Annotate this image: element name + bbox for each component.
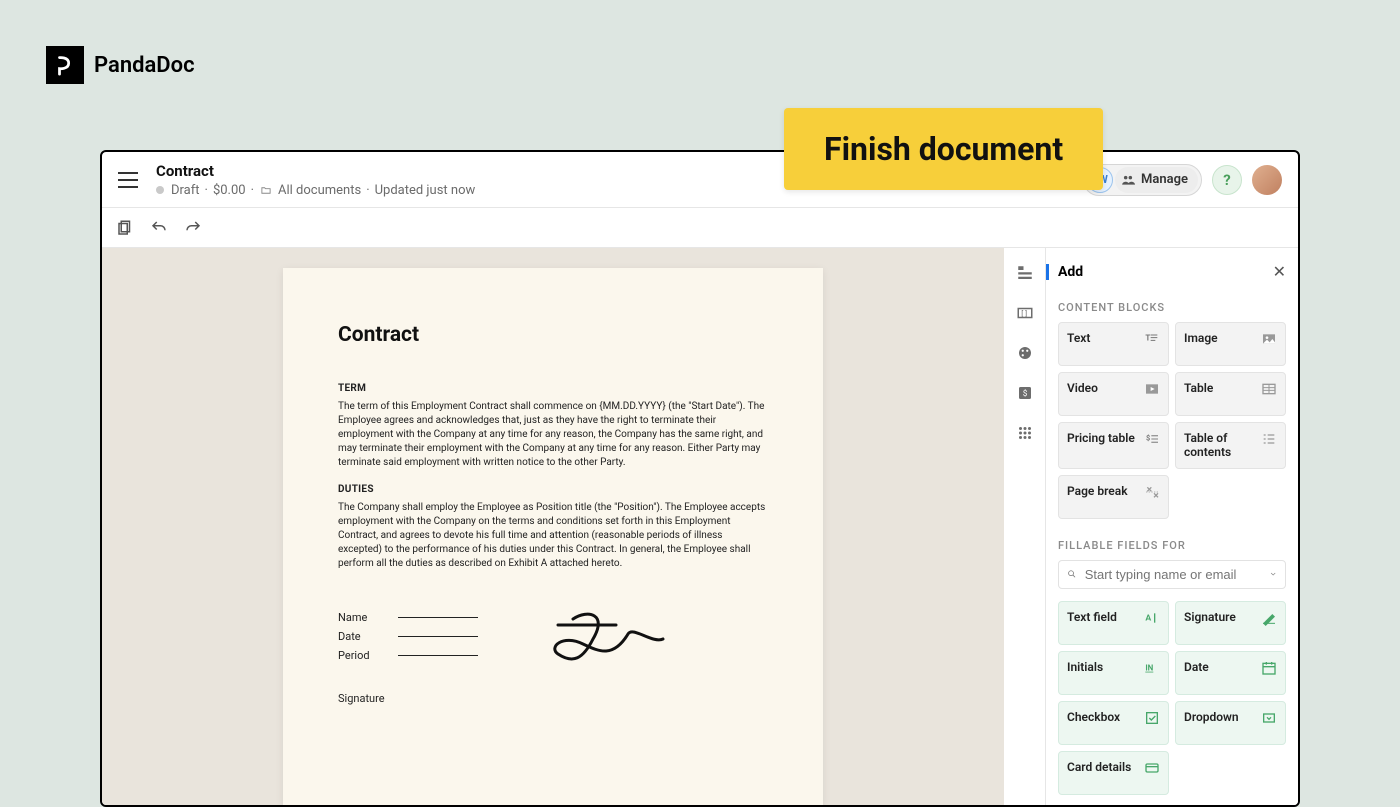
signature-field-icon <box>1261 610 1277 626</box>
pricing-table-icon: $ <box>1144 431 1160 447</box>
video-icon <box>1144 381 1160 397</box>
manage-button[interactable]: Manage <box>1115 167 1198 193</box>
content-blocks-icon[interactable] <box>1016 264 1034 282</box>
editor-body: Contract TERM The term of this Employmen… <box>102 248 1298 805</box>
field-signature[interactable]: Signature <box>1175 601 1286 645</box>
design-icon[interactable] <box>1016 344 1034 362</box>
recipient-input[interactable] <box>1085 567 1261 582</box>
field-date[interactable]: Date <box>1175 651 1286 695</box>
toolbar <box>102 208 1298 248</box>
signature-label: Signature <box>338 692 398 705</box>
redo-icon[interactable] <box>182 217 204 239</box>
form-fields: Name Date Period Signature <box>338 611 478 711</box>
svg-text:$: $ <box>1022 388 1027 399</box>
header-title-block: Contract Draft · $0.00 · All documents ·… <box>156 162 475 198</box>
block-text[interactable]: TextT <box>1058 322 1169 366</box>
block-toc[interactable]: Table of contents <box>1175 422 1286 469</box>
svg-text:$: $ <box>1146 433 1150 442</box>
signature-icon <box>538 599 668 711</box>
folder-icon <box>259 185 273 196</box>
block-table[interactable]: Table <box>1175 372 1286 416</box>
brand-header: PandaDoc <box>46 46 195 84</box>
search-icon <box>1067 567 1077 581</box>
section-term: TERM The term of this Employment Contrac… <box>338 383 768 470</box>
field-name-label: Name <box>338 611 398 624</box>
field-card-details[interactable]: Card details <box>1058 751 1169 795</box>
menu-icon[interactable] <box>118 172 138 188</box>
updated-label: Updated just now <box>375 183 476 198</box>
dropdown-icon <box>1261 710 1277 726</box>
image-icon <box>1261 331 1277 347</box>
brand-name: PandaDoc <box>94 53 195 78</box>
page-break-icon <box>1144 484 1160 500</box>
calendar-icon <box>1261 660 1277 676</box>
app-window: Contract Draft · $0.00 · All documents ·… <box>100 150 1300 807</box>
svg-text:A: A <box>1145 613 1151 623</box>
initials-icon: IN <box>1144 660 1160 676</box>
field-period-label: Period <box>338 649 398 662</box>
pricing-icon[interactable]: $ <box>1016 384 1034 402</box>
location-label[interactable]: All documents <box>278 183 361 198</box>
fillable-fields-label: FILLABLE FIELDS FOR <box>1058 539 1286 552</box>
apps-icon[interactable] <box>1016 424 1034 442</box>
field-text[interactable]: Text fieldA <box>1058 601 1169 645</box>
document-meta: Draft · $0.00 · All documents · Updated … <box>156 183 475 198</box>
brand-logo-icon <box>46 46 84 84</box>
document-title[interactable]: Contract <box>156 162 475 180</box>
svg-text:[ ]: [ ] <box>1021 309 1027 318</box>
page-heading: Contract <box>338 323 768 347</box>
svg-text:IN: IN <box>1145 663 1153 672</box>
copy-icon[interactable] <box>114 217 136 239</box>
section-text-term: The term of this Employment Contract sha… <box>338 400 768 470</box>
block-page-break[interactable]: Page break <box>1058 475 1169 519</box>
close-icon[interactable]: ✕ <box>1273 262 1286 281</box>
add-panel: Add ✕ CONTENT BLOCKS TextT Image Video T… <box>1046 248 1298 805</box>
field-date-label: Date <box>338 630 398 643</box>
header: Contract Draft · $0.00 · All documents ·… <box>102 152 1298 208</box>
checkbox-icon <box>1144 710 1160 726</box>
toc-icon <box>1261 431 1277 447</box>
block-video[interactable]: Video <box>1058 372 1169 416</box>
undo-icon[interactable] <box>148 217 170 239</box>
content-blocks-label: CONTENT BLOCKS <box>1058 301 1286 314</box>
svg-text:T: T <box>1145 333 1150 342</box>
help-button[interactable]: ? <box>1212 165 1242 195</box>
field-dropdown[interactable]: Dropdown <box>1175 701 1286 745</box>
finish-document-badge: Finish document <box>784 108 1103 190</box>
block-pricing-table[interactable]: Pricing table$ <box>1058 422 1169 469</box>
people-icon <box>1121 173 1135 187</box>
field-initials[interactable]: InitialsIN <box>1058 651 1169 695</box>
fillable-fields-grid: Text fieldA Signature InitialsIN Date Ch… <box>1058 601 1286 795</box>
canvas-area[interactable]: Contract TERM The term of this Employmen… <box>102 248 1004 805</box>
section-head-term: TERM <box>338 383 768 394</box>
section-duties: DUTIES The Company shall employ the Empl… <box>338 484 768 571</box>
content-blocks-grid: TextT Image Video Table Pricing table$ T… <box>1058 322 1286 519</box>
status-label: Draft <box>171 183 200 198</box>
panel-title: Add <box>1058 264 1083 280</box>
recipient-search[interactable] <box>1058 560 1286 589</box>
document-page[interactable]: Contract TERM The term of this Employmen… <box>283 268 823 805</box>
card-icon <box>1144 760 1160 776</box>
field-checkbox[interactable]: Checkbox <box>1058 701 1169 745</box>
section-text-duties: The Company shall employ the Employee as… <box>338 501 768 571</box>
section-head-duties: DUTIES <box>338 484 768 495</box>
text-field-icon: A <box>1144 610 1160 626</box>
user-avatar[interactable] <box>1252 165 1282 195</box>
table-icon <box>1261 381 1277 397</box>
signature-row: Name Date Period Signature <box>338 611 768 711</box>
block-image[interactable]: Image <box>1175 322 1286 366</box>
text-icon: T <box>1144 331 1160 347</box>
amount-label: $0.00 <box>213 183 246 198</box>
variables-icon[interactable]: [ ] <box>1016 304 1034 322</box>
status-dot-icon <box>156 186 164 194</box>
side-rail: [ ] $ <box>1004 248 1046 805</box>
chevron-down-icon[interactable] <box>1269 568 1277 580</box>
